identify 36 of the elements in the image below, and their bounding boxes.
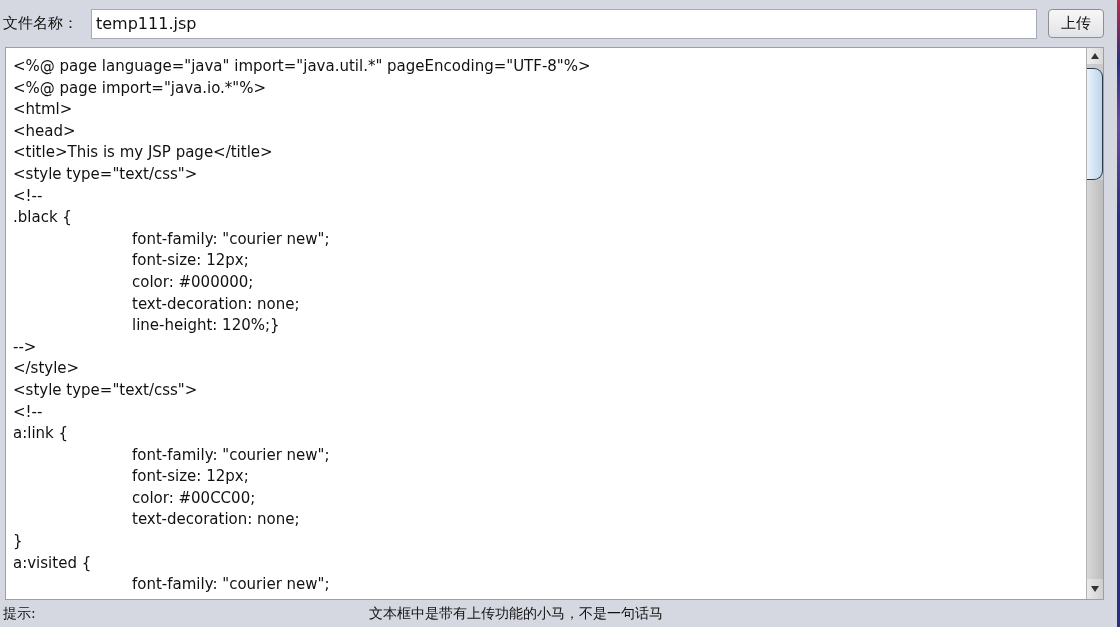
code-line: <style type="text/css">: [13, 164, 198, 183]
scroll-up-button[interactable]: [1087, 48, 1103, 64]
code-line: text-decoration: none;: [132, 510, 300, 529]
code-line: -->: [13, 337, 37, 356]
code-line: font-family: "courier new";: [132, 445, 330, 464]
upload-button[interactable]: 上传: [1048, 9, 1104, 38]
code-line: color: #00CC00;: [132, 488, 256, 507]
up-arrow-icon: [1091, 53, 1099, 59]
code-line: <style type="text/css">: [13, 380, 198, 399]
code-line: line-height: 120%;}: [132, 316, 280, 335]
code-line: <html>: [13, 100, 73, 119]
scroll-down-button[interactable]: [1087, 579, 1103, 599]
code-line: <%@ page language="java" import="java.util.*" pageEncoding="UTF-8"%>: [13, 57, 591, 75]
code-line: font-size: 12px;: [132, 467, 249, 486]
code-line: <%@ page import="java.io.*"%>: [13, 78, 267, 97]
code-line: color: #000000;: [132, 272, 254, 291]
code-line: <head>: [13, 121, 76, 140]
code-line: </style>: [13, 359, 80, 378]
code-line: <!--: [13, 186, 43, 205]
code-line: a:link {: [13, 424, 69, 443]
file-name-label: 文件名称：: [3, 14, 78, 33]
file-name-input[interactable]: temp111.jsp: [91, 8, 1037, 39]
code-line: }: [13, 532, 23, 551]
code-line: a:visited {: [13, 553, 92, 572]
status-message: 文本框中是带有上传功能的小马，不是一句话马: [369, 604, 663, 623]
scrollbar-thumb[interactable]: [1087, 68, 1103, 180]
vertical-scrollbar[interactable]: [1086, 48, 1103, 599]
code-line: .black {: [13, 208, 72, 227]
hint-label: 提示:: [3, 604, 36, 623]
code-line: <title>This is my JSP page</title>: [13, 143, 273, 162]
code-line: font-size: 12px;: [132, 251, 249, 270]
code-line: text-decoration: none;: [132, 294, 300, 313]
code-line: <!--: [13, 402, 43, 421]
code-line: font-family: "courier new";: [132, 229, 330, 248]
code-line: font-family: "courier new";: [132, 575, 330, 594]
down-arrow-icon: [1091, 586, 1099, 592]
